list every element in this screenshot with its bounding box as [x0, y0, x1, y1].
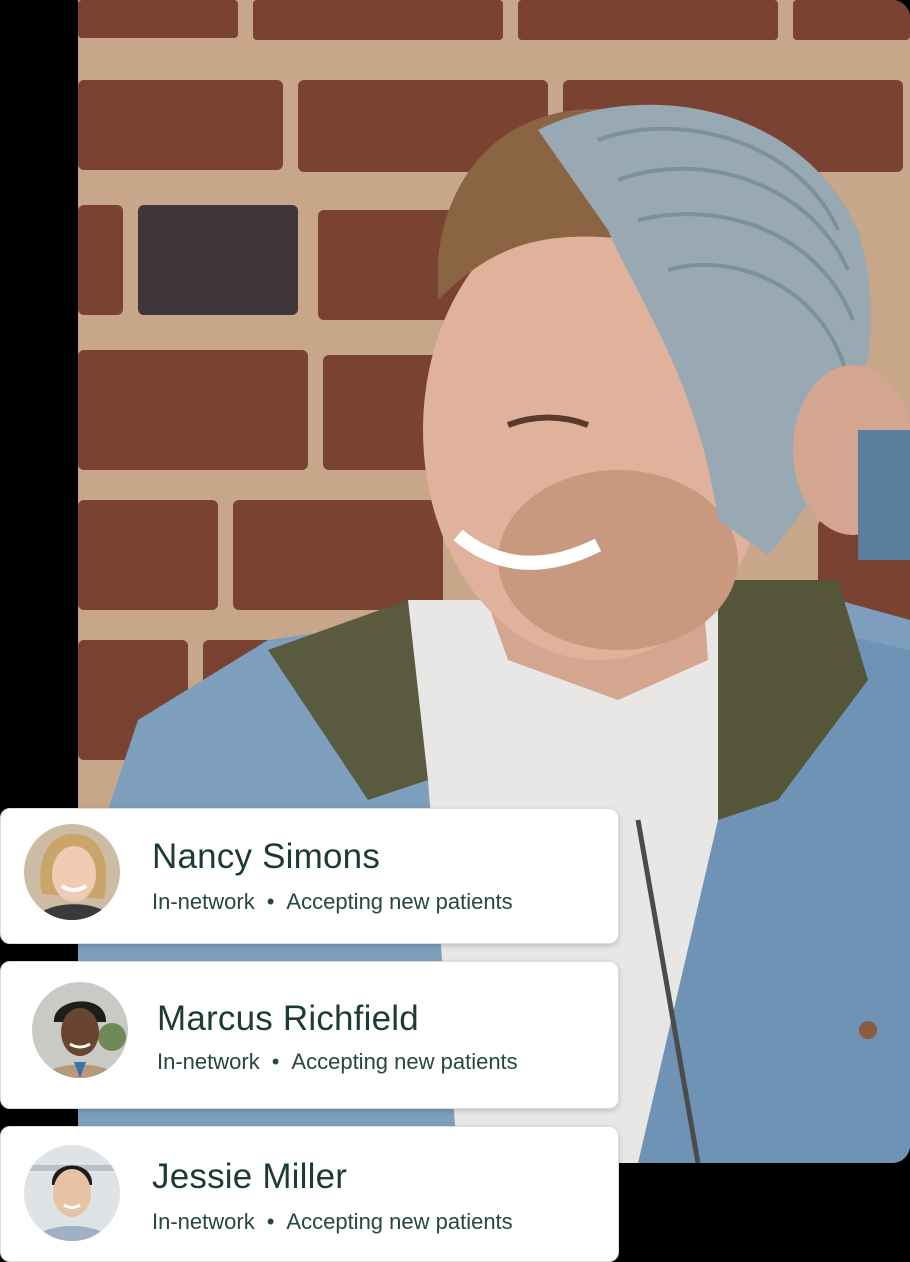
network-status: In-network — [157, 1049, 260, 1074]
man-dreadlocks-avatar — [32, 982, 128, 1078]
provider-name: Jessie Miller — [152, 1157, 348, 1196]
provider-meta: In-network • Accepting new patients — [157, 1049, 518, 1075]
provider-card[interactable]: Jessie Miller In-network • Accepting new p… — [0, 1126, 619, 1262]
network-status: In-network — [152, 1209, 255, 1234]
separator-dot: • — [266, 1209, 275, 1234]
availability-status: Accepting new patients — [286, 1209, 513, 1234]
availability-status: Accepting new patients — [286, 889, 513, 914]
man-glasses-avatar — [24, 1145, 120, 1241]
availability-status: Accepting new patients — [291, 1049, 518, 1074]
separator-dot: • — [266, 889, 275, 914]
provider-card[interactable]: Nancy Simons In-network • Accepting new pa… — [0, 808, 619, 944]
network-status: In-network — [152, 889, 255, 914]
provider-name: Nancy Simons — [152, 837, 381, 876]
provider-meta: In-network • Accepting new patients — [152, 889, 513, 915]
provider-name: Marcus Richfield — [157, 999, 419, 1038]
separator-dot: • — [271, 1049, 280, 1074]
provider-meta: In-network • Accepting new patients — [152, 1209, 513, 1235]
provider-card[interactable]: Marcus Richfield In-network • Accepting ne… — [0, 961, 619, 1109]
woman-blonde-avatar — [24, 824, 120, 920]
